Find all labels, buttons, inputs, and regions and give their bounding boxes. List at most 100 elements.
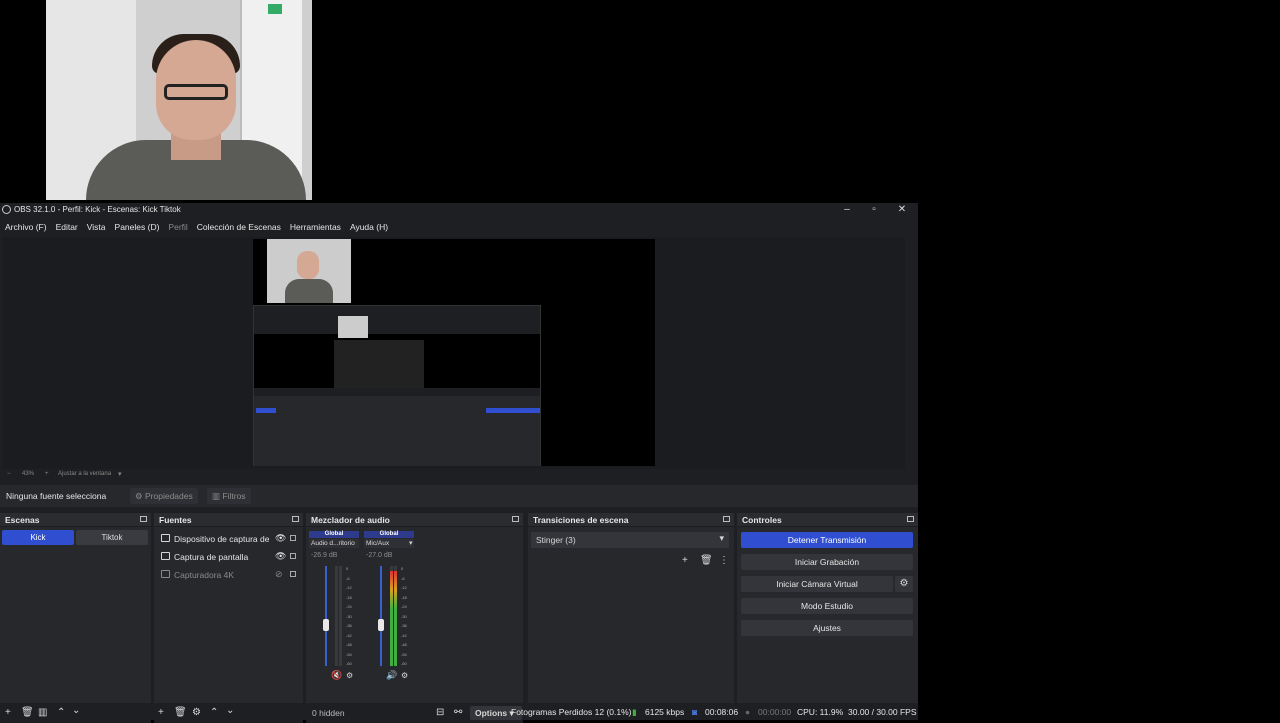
menu-archivo[interactable]: Archivo (F) xyxy=(5,219,47,235)
minimize-button[interactable]: – xyxy=(833,203,861,218)
properties-button[interactable]: ⚙ Propiedades xyxy=(130,488,198,504)
stream-time: 00:08:06 xyxy=(705,707,739,717)
menu-coleccion[interactable]: Colección de Escenas xyxy=(197,219,281,235)
scene-item-tiktok[interactable]: Tiktok xyxy=(76,530,148,545)
settings-button[interactable]: Ajustes xyxy=(741,620,913,636)
mixer-title: Mezclador de audio xyxy=(311,515,390,525)
menu-editar[interactable]: Editar xyxy=(56,219,78,235)
db-tick: -48 xyxy=(401,642,407,647)
cpu-usage: CPU: 11.9% xyxy=(797,707,844,717)
menu-perfil[interactable]: Perfil xyxy=(168,219,187,235)
db-tick: -48 xyxy=(346,642,352,647)
dock-undock-icon[interactable] xyxy=(292,516,299,522)
db-scale: 0 -6 -12 -18 -24 -30 -36 -42 -48 -54 -60 xyxy=(401,566,409,666)
controls-title: Controles xyxy=(742,515,782,525)
zoom-out-button[interactable]: − xyxy=(7,471,11,477)
volume-fader[interactable] xyxy=(325,566,327,666)
sources-dock: Fuentes Dispositivo de captura de 👁 Capt… xyxy=(154,513,303,723)
db-tick: 0 xyxy=(346,566,349,571)
db-tick: -60 xyxy=(401,661,407,666)
source-name: Capturadora 4K xyxy=(174,570,235,580)
zoom-in-button[interactable]: + xyxy=(45,471,49,477)
transition-selected: Stinger (3) xyxy=(536,535,576,545)
studio-mode-button[interactable]: Modo Estudio xyxy=(741,598,913,614)
lock-icon[interactable] xyxy=(290,553,296,559)
filter-icon: ▥ xyxy=(212,491,221,501)
program-preview[interactable] xyxy=(253,239,655,466)
dock-undock-icon[interactable] xyxy=(723,516,730,522)
muted-speaker-icon[interactable]: 🔇 xyxy=(331,670,342,681)
eye-icon[interactable]: 👁 xyxy=(275,551,286,562)
chevron-down-icon[interactable]: ▾ xyxy=(118,470,122,478)
close-button[interactable]: ✕ xyxy=(888,203,916,218)
transitions-dock: Transiciones de escena Stinger (3) ▾ + 🗑… xyxy=(528,513,734,703)
source-item[interactable]: Captura de pantalla 👁 xyxy=(159,551,299,565)
db-tick: -36 xyxy=(346,623,352,628)
db-tick: -6 xyxy=(401,575,405,581)
volume-fader[interactable] xyxy=(380,566,382,666)
properties-label: Propiedades xyxy=(145,491,193,501)
channel-group: Global xyxy=(364,531,414,538)
dock-undock-icon[interactable] xyxy=(140,516,147,522)
start-recording-button[interactable]: Iniciar Grabación xyxy=(741,554,913,570)
settings-icon[interactable]: ⚙ xyxy=(401,671,408,680)
menu-vista[interactable]: Vista xyxy=(87,219,106,235)
channel-db: -27.0 dB xyxy=(366,552,393,559)
virtual-camera-button[interactable]: Iniciar Cámara Virtual xyxy=(741,576,893,592)
channel-name[interactable]: Mic/Aux xyxy=(364,539,414,548)
gear-icon: ⚙ xyxy=(135,491,143,501)
source-name: Captura de pantalla xyxy=(174,552,249,562)
db-tick: -36 xyxy=(401,623,407,628)
fader-handle[interactable] xyxy=(323,619,329,631)
scenes-dock: Escenas Kick Tiktok + 🗑 ▥ ⌃ ⌄ xyxy=(0,513,151,723)
stop-streaming-button[interactable]: Detener Transmisión xyxy=(741,532,913,548)
eye-icon[interactable]: 👁 xyxy=(275,533,286,544)
menu-bar: Archivo (F) Editar Vista Paneles (D) Perfil C… xyxy=(0,219,918,235)
db-tick: -18 xyxy=(401,594,407,600)
trash-icon[interactable]: 🗑 xyxy=(700,555,713,567)
preview-nested-obs xyxy=(253,305,541,466)
transitions-title: Transiciones de escena xyxy=(533,515,629,525)
dock-undock-icon[interactable] xyxy=(512,516,519,522)
maximize-button[interactable]: ▫ xyxy=(860,203,888,218)
dock-undock-icon[interactable] xyxy=(907,516,914,522)
menu-herramientas[interactable]: Herramientas xyxy=(290,219,341,235)
zoom-fit-select[interactable]: Ajustar a la ventana xyxy=(58,471,111,477)
window-title: OBS 32.1.0 - Perfil: Kick - Escenas: Kic… xyxy=(14,205,181,214)
lock-icon[interactable] xyxy=(290,535,296,541)
scene-item-kick[interactable]: Kick xyxy=(2,530,74,545)
zoom-bar: − 43% + Ajustar a la ventana ▾ xyxy=(0,470,918,480)
menu-paneles[interactable]: Paneles (D) xyxy=(115,219,160,235)
virtual-camera-settings-button[interactable]: ⚙ xyxy=(895,576,913,592)
channel-group: Global xyxy=(309,531,359,538)
transition-select[interactable]: Stinger (3) ▾ xyxy=(531,532,729,548)
level-meter xyxy=(390,566,393,666)
channel-name[interactable]: Audio d...ritorio xyxy=(309,539,359,548)
db-tick: -12 xyxy=(346,585,352,590)
db-tick: -30 xyxy=(401,613,407,619)
db-tick: -6 xyxy=(346,575,350,581)
camera-icon xyxy=(161,570,170,578)
title-bar: OBS 32.1.0 - Perfil: Kick - Escenas: Kic… xyxy=(0,203,918,218)
source-item[interactable]: Dispositivo de captura de 👁 xyxy=(159,533,299,547)
more-vertical-icon[interactable]: ⋮ xyxy=(719,555,729,567)
filters-button[interactable]: ▥ Filtros xyxy=(207,488,251,504)
speaker-icon[interactable]: 🔊 xyxy=(386,670,397,681)
zoom-level: 43% xyxy=(22,471,35,477)
source-toolbar: Ninguna fuente selecciona ⚙ Propiedades … xyxy=(0,485,918,507)
webcam-feed xyxy=(46,0,312,200)
chevron-down-icon[interactable]: ▾ xyxy=(409,539,413,547)
lock-icon[interactable] xyxy=(290,571,296,577)
add-icon[interactable]: + xyxy=(682,555,688,567)
audio-mixer-dock: Mezclador de audio Global Audio d...rito… xyxy=(306,513,523,723)
settings-icon[interactable]: ⚙ xyxy=(346,671,353,680)
menu-ayuda[interactable]: Ayuda (H) xyxy=(350,219,388,235)
sources-title: Fuentes xyxy=(159,515,192,525)
eye-hidden-icon[interactable]: ⊘ xyxy=(275,569,283,580)
scenes-title: Escenas xyxy=(5,515,40,525)
fader-handle[interactable] xyxy=(378,619,384,631)
obs-window: OBS 32.1.0 - Perfil: Kick - Escenas: Kic… xyxy=(0,203,918,723)
dropped-frames: Fotogramas Perdidos 12 (0.1%) xyxy=(511,707,632,717)
status-bar: Fotogramas Perdidos 12 (0.1%) ▮ 6125 kbp… xyxy=(0,702,918,720)
source-item[interactable]: Capturadora 4K ⊘ xyxy=(159,569,299,583)
